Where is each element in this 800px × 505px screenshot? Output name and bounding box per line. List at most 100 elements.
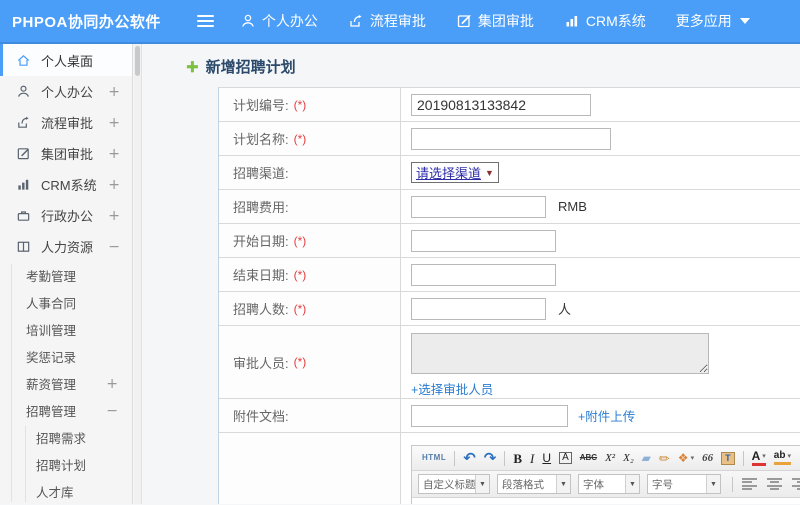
briefcase-icon <box>16 208 33 223</box>
expand-plus-icon[interactable]: + <box>108 177 120 193</box>
rich-text-editor: HTML ↶ ↷ BIUA ABC X² X₂ ▰ ✏ ❖▾ 66 T A▾ ab▾ 自定义标题 ▼ 段落… <box>411 445 800 504</box>
sidebar-item-admin-office[interactable]: 行政办公 + <box>0 200 132 231</box>
sidebar-subitem-attendance[interactable]: 考勤管理 <box>0 262 132 289</box>
start-date-input[interactable] <box>411 230 556 252</box>
align-center-icon[interactable] <box>767 478 782 490</box>
combo-label: 段落格式 <box>498 477 556 492</box>
undo-button[interactable]: ↶ <box>463 451 476 466</box>
select-caret-icon: ▼ <box>485 168 494 178</box>
expand-plus-icon[interactable]: + <box>108 84 120 100</box>
toolbar-separator <box>504 451 505 466</box>
html-source-button[interactable]: HTML <box>422 454 446 462</box>
sidebar-scrollbar-thumb[interactable] <box>135 46 140 76</box>
blockquote-button[interactable]: 66 <box>702 453 713 464</box>
attachment-upload-link[interactable]: +附件上传 <box>578 406 635 425</box>
sidebar-subitem-training[interactable]: 培训管理 <box>0 316 132 343</box>
combo-caret-icon: ▼ <box>625 475 639 493</box>
field-value <box>401 88 800 121</box>
sidebar-item-crm[interactable]: CRM系统 + <box>0 169 132 200</box>
cost-input[interactable] <box>411 196 546 218</box>
plan-number-input[interactable] <box>411 94 591 116</box>
combo-label: 字体 <box>579 477 625 492</box>
fontsize-combo[interactable]: 字号 ▼ <box>647 474 721 494</box>
plan-name-input[interactable] <box>411 128 611 150</box>
highlight-button[interactable]: ab▾ <box>774 451 791 465</box>
field-value <box>401 122 800 155</box>
align-right-icon[interactable] <box>792 478 800 490</box>
editor-toolbar-row1: HTML ↶ ↷ BIUA ABC X² X₂ ▰ ✏ ❖▾ 66 T A▾ ab▾ <box>412 446 800 471</box>
toolbar-separator <box>743 451 744 466</box>
select-approver-link[interactable]: +选择审批人员 <box>411 379 493 398</box>
combo-caret-icon: ▼ <box>475 475 489 493</box>
font-combo[interactable]: 字体 ▼ <box>578 474 640 494</box>
channel-select[interactable]: 请选择渠道 ▼ <box>411 162 499 183</box>
paste-text-button[interactable]: T <box>721 452 735 465</box>
sidebar-item-hr[interactable]: 人力资源 − <box>0 231 132 262</box>
combo-label: 自定义标题 <box>419 477 475 492</box>
field-value: 请选择渠道 ▼ <box>401 156 800 189</box>
sub-item-label: 招聘管理 <box>26 401 76 420</box>
sidebar-subitem-rewards[interactable]: 奖惩记录 <box>0 343 132 370</box>
sidebar-subitem-hr-contract[interactable]: 人事合同 <box>0 289 132 316</box>
combo-caret-icon: ▼ <box>706 475 720 493</box>
nav-label: 更多应用 <box>676 11 732 31</box>
superscript-button[interactable]: X² <box>605 453 615 464</box>
expand-plus-icon[interactable]: + <box>108 146 120 162</box>
expand-plus-icon[interactable]: + <box>108 115 120 131</box>
sidebar-subitem-recruit-plan[interactable]: 招聘计划 <box>0 451 132 478</box>
end-date-input[interactable] <box>411 264 556 286</box>
nav-personal-office[interactable]: 个人办公 <box>240 11 318 31</box>
required-mark: (*) <box>294 234 307 248</box>
paragraph-combo[interactable]: 段落格式 ▼ <box>497 474 571 494</box>
redo-button[interactable]: ↷ <box>484 451 497 466</box>
format-brush-button[interactable]: ✏ <box>659 452 670 465</box>
underline-button[interactable]: U <box>542 452 551 464</box>
headcount-input[interactable] <box>411 298 546 320</box>
sidebar-item-label: 个人办公 <box>41 82 93 101</box>
bold-button[interactable]: B <box>513 452 522 465</box>
strikethrough-button[interactable]: ABC <box>580 454 597 462</box>
nav-more-apps[interactable]: 更多应用 <box>676 11 750 31</box>
flow-icon <box>16 115 33 130</box>
sub-item-label: 人才库 <box>36 482 74 501</box>
sidebar-item-label: 个人桌面 <box>41 51 93 70</box>
nav-label: CRM系统 <box>586 11 646 31</box>
sidebar-item-personal-office[interactable]: 个人办公 + <box>0 76 132 107</box>
book-icon <box>16 239 33 254</box>
editor-content-area[interactable] <box>412 498 800 504</box>
sidebar-subitem-recruit-demand[interactable]: 招聘需求 <box>0 424 132 451</box>
nav-workflow-approval[interactable]: 流程审批 <box>348 11 426 31</box>
collapse-minus-icon[interactable]: − <box>106 403 118 419</box>
sidebar-subitem-recruit-mgmt[interactable]: 招聘管理 − <box>0 397 132 424</box>
format-painter-button[interactable]: ❖▾ <box>678 452 694 464</box>
collapse-minus-icon[interactable]: − <box>108 239 120 255</box>
sidebar-item-workflow-approval[interactable]: 流程审批 + <box>0 107 132 138</box>
sidebar-scrollbar[interactable] <box>134 44 142 504</box>
nav-label: 流程审批 <box>370 11 426 31</box>
page-title: ✚ 新增招聘计划 <box>186 56 296 77</box>
eraser-button[interactable]: ▰ <box>642 452 651 464</box>
sub-item-label: 人事合同 <box>26 293 76 312</box>
sub-item-label: 培训管理 <box>26 320 76 339</box>
sidebar-subitem-talent-pool[interactable]: 人才库 <box>0 478 132 505</box>
style-combo[interactable]: 自定义标题 ▼ <box>418 474 490 494</box>
attachment-input[interactable] <box>411 405 568 427</box>
nav-label: 集团审批 <box>478 11 534 31</box>
font-color-button[interactable]: A▾ <box>752 450 766 466</box>
sidebar-item-group-approval[interactable]: 集团审批 + <box>0 138 132 169</box>
nav-crm-system[interactable]: CRM系统 <box>564 11 646 31</box>
combo-caret-icon: ▼ <box>556 475 570 493</box>
sidebar-item-desktop[interactable]: 个人桌面 <box>0 44 132 76</box>
approver-field[interactable] <box>411 333 709 374</box>
hamburger-icon[interactable] <box>197 12 214 30</box>
sidebar-subitem-salary[interactable]: 薪资管理 + <box>0 370 132 397</box>
expand-plus-icon[interactable]: + <box>108 208 120 224</box>
italic-button[interactable]: I <box>530 452 534 465</box>
subscript-button[interactable]: X₂ <box>623 453 634 464</box>
char-border-button[interactable]: A <box>559 452 572 464</box>
align-left-icon[interactable] <box>742 478 757 490</box>
nav-group-approval[interactable]: 集团审批 <box>456 11 534 31</box>
expand-plus-icon[interactable]: + <box>106 376 118 392</box>
sidebar-item-label: 流程审批 <box>41 113 93 132</box>
toolbar-separator <box>732 477 733 492</box>
